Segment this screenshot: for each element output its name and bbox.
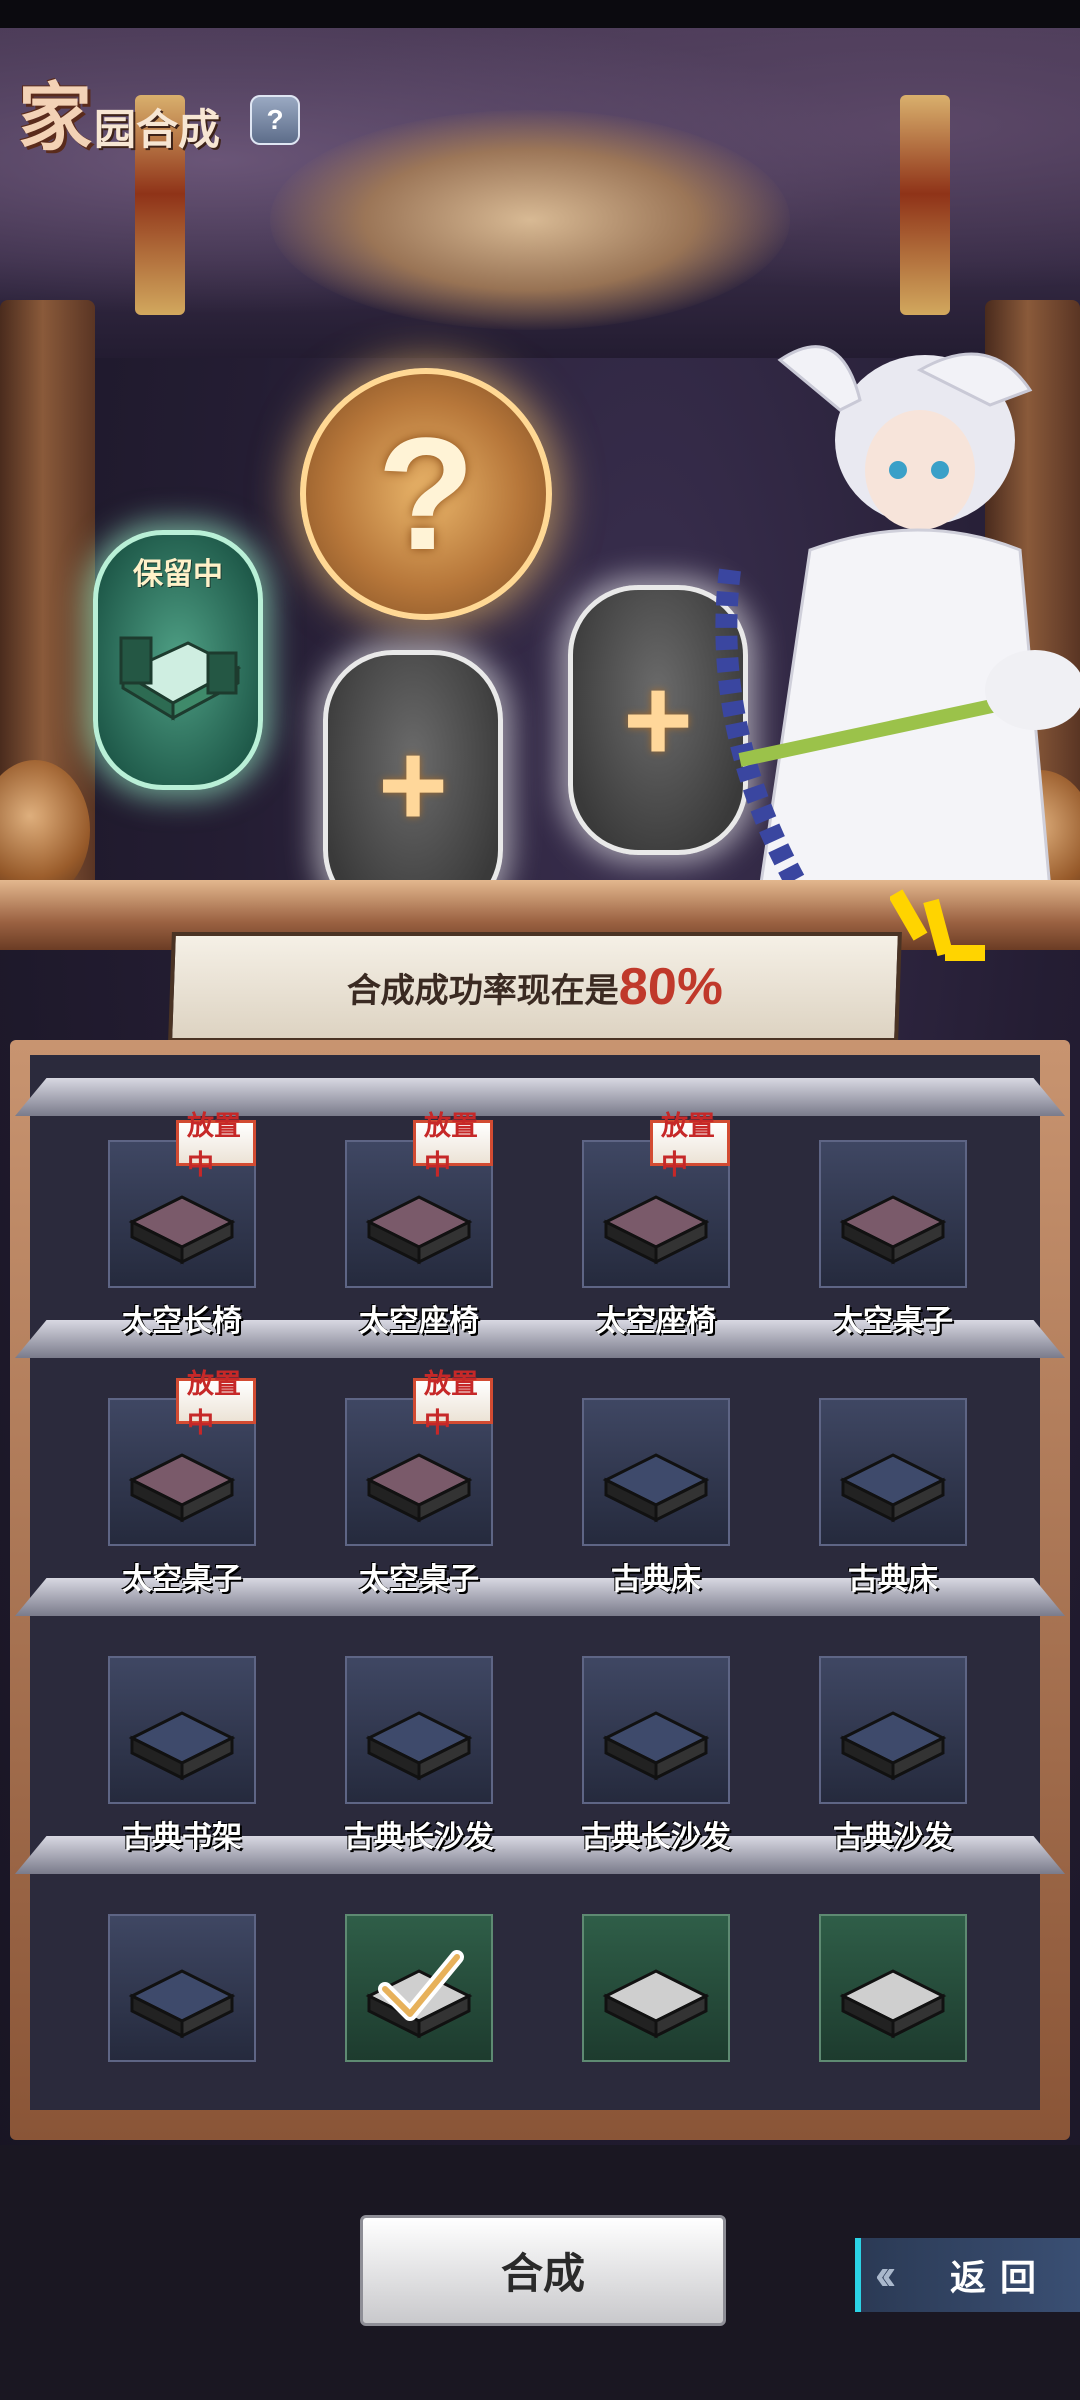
- checkmark-icon: [378, 1950, 464, 2021]
- item-thumbnail: [819, 1398, 967, 1546]
- success-rate-banner: 合成成功率现在是 80%: [168, 932, 902, 1042]
- placed-badge: 放置中: [650, 1111, 730, 1180]
- inventory-item[interactable]: 放置中太空长椅: [108, 1111, 256, 1380]
- result-slot: ?: [300, 368, 552, 620]
- add-icon: +: [377, 718, 449, 852]
- placed-badge: 放置中: [176, 1111, 256, 1180]
- inventory-item[interactable]: 放置中太空桌子: [345, 1369, 493, 1638]
- item-name: 古典长沙发: [581, 1821, 731, 1854]
- shelf: [15, 1078, 1065, 1116]
- item-name: 太空桌子: [833, 1305, 953, 1338]
- placed-badge: 放置中: [413, 1111, 493, 1180]
- back-button[interactable]: ‹‹ 返回: [855, 2238, 1080, 2312]
- item-thumbnail: [582, 1914, 730, 2062]
- inventory-item[interactable]: 古典书架: [108, 1636, 256, 1896]
- right-banner: [900, 95, 950, 315]
- merge-button[interactable]: 合成: [360, 2215, 726, 2326]
- placed-badge: 放置中: [176, 1369, 256, 1438]
- furniture-icon: [839, 1969, 947, 2039]
- help-button[interactable]: ?: [250, 95, 300, 145]
- item-name: 太空座椅: [359, 1305, 479, 1338]
- item-thumbnail: [582, 1398, 730, 1546]
- item-name: 太空桌子: [359, 1563, 479, 1596]
- furniture-icon: [839, 1711, 947, 1781]
- inventory-item[interactable]: 太空桌子: [819, 1120, 967, 1380]
- furniture-icon: [128, 1711, 236, 1781]
- inventory-item[interactable]: 放置中太空座椅: [582, 1111, 730, 1380]
- title-first-char: 家: [18, 76, 92, 159]
- status-bar: [0, 0, 1080, 28]
- character-illustration: [715, 345, 1080, 890]
- material-slot-reserved[interactable]: 保留中: [93, 530, 263, 790]
- question-icon: ?: [377, 404, 475, 583]
- furniture-icon: [128, 1969, 236, 2039]
- item-name: 太空座椅: [596, 1305, 716, 1338]
- item-thumbnail: [819, 1140, 967, 1288]
- item-name: 太空长椅: [122, 1305, 242, 1338]
- item-name: 太空桌子: [122, 1563, 242, 1596]
- item-thumbnail: [819, 1656, 967, 1804]
- inventory-item[interactable]: [108, 1894, 256, 2154]
- item-thumbnail: [108, 1914, 256, 2062]
- inventory-item[interactable]: [582, 1894, 730, 2154]
- item-thumbnail: [108, 1656, 256, 1804]
- item-thumbnail: [819, 1914, 967, 2062]
- add-icon: +: [622, 653, 694, 787]
- inventory-item[interactable]: 古典长沙发: [581, 1636, 731, 1896]
- item-name: 古典床: [611, 1563, 701, 1596]
- reserved-label: 保留中: [133, 558, 223, 591]
- help-icon: ?: [266, 104, 284, 135]
- item-name: 古典床: [848, 1563, 938, 1596]
- back-chevron-icon: ‹‹: [875, 2250, 897, 2299]
- inventory-item[interactable]: 古典床: [582, 1378, 730, 1638]
- inventory-item[interactable]: 古典长沙发: [344, 1636, 494, 1896]
- page-title: 家 园合成: [18, 58, 220, 165]
- success-rate-value: 80%: [617, 958, 725, 1016]
- inventory-item[interactable]: [819, 1894, 967, 2154]
- inventory-item[interactable]: [345, 1894, 493, 2154]
- item-thumbnail: [345, 1656, 493, 1804]
- furniture-icon: [839, 1195, 947, 1265]
- furniture-icon: [602, 1711, 710, 1781]
- game-scene: 家 园合成 ? ? 保留中 + + 合成成功率现在是 80% 放置中 太空长椅 …: [0, 0, 1080, 2400]
- burst-icon: [890, 889, 985, 961]
- inventory-item[interactable]: 放置中太空座椅: [345, 1111, 493, 1380]
- ornament-crest: [270, 110, 790, 330]
- inventory-item[interactable]: 古典沙发: [819, 1636, 967, 1896]
- bed-icon: [119, 636, 242, 721]
- item-name: 古典长沙发: [344, 1821, 494, 1854]
- inventory-item[interactable]: 古典床: [819, 1378, 967, 1638]
- item-name: 古典书架: [122, 1821, 242, 1854]
- back-label: 返回: [949, 2257, 1050, 2298]
- furniture-icon: [839, 1453, 947, 1523]
- success-rate-text: 合成成功率现在是: [346, 971, 620, 1010]
- placed-badge: 放置中: [413, 1369, 493, 1438]
- inventory-item[interactable]: 放置中太空桌子: [108, 1369, 256, 1638]
- furniture-icon: [365, 1711, 473, 1781]
- furniture-icon: [602, 1969, 710, 2039]
- furniture-icon: [602, 1453, 710, 1523]
- title-rest: 园合成: [94, 106, 221, 153]
- item-thumbnail: [582, 1656, 730, 1804]
- item-name: 古典沙发: [833, 1821, 953, 1854]
